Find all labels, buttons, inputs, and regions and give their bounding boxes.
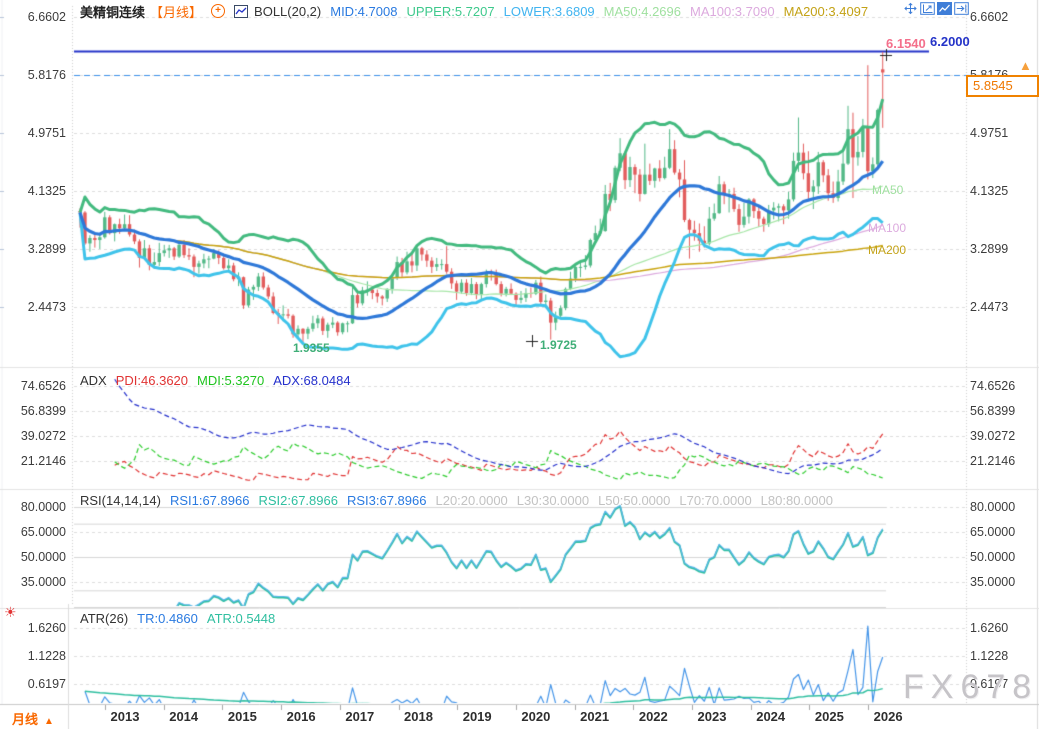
tr-value: TR:0.4860 — [137, 611, 198, 626]
atr-y-axis-label-right: 1.6260 — [970, 621, 1008, 635]
boll-upper-value: UPPER:5.7207 — [406, 4, 494, 19]
main-y-axis-label-right: 4.9751 — [970, 126, 1008, 140]
adx-y-axis-label-right: 74.6526 — [970, 379, 1015, 393]
atr-title: ATR(26) — [80, 611, 128, 626]
main-y-axis-label-left: 4.9751 — [0, 126, 66, 140]
chart-zoom-icon[interactable] — [937, 2, 952, 15]
main-y-axis-label-right: 2.4473 — [970, 300, 1008, 314]
pan-right-icon[interactable] — [954, 2, 969, 15]
period-selector[interactable]: 月线 ▲ — [12, 709, 54, 728]
rsi-title: RSI(14,14,14) — [80, 493, 161, 508]
main-legend: 美精铜连续 【月线】 + BOLL(20,2) MID:4.7008 UPPER… — [80, 3, 868, 19]
main-y-axis-label-right: 6.6602 — [970, 10, 1008, 24]
rsi-y-axis-label-right: 35.0000 — [970, 575, 1015, 589]
main-y-axis-label-left: 5.8176 — [0, 68, 66, 82]
rsi-y-axis-label-left: 80.0000 — [0, 500, 66, 514]
axis-scale-icon[interactable] — [920, 2, 935, 15]
move-icon[interactable] — [903, 2, 918, 15]
adx-y-axis-label-left: 39.0272 — [0, 429, 66, 443]
adx-y-axis-label-left: 21.2146 — [0, 454, 66, 468]
ma100-line-label: MA100 — [868, 221, 906, 235]
adx-y-axis-label-left: 74.6526 — [0, 379, 66, 393]
pdi-value: PDI:46.3620 — [116, 373, 188, 388]
rsi-l30-label: L30:30.0000 — [517, 493, 589, 508]
rsi-y-axis-label-left: 65.0000 — [0, 525, 66, 539]
main-y-axis-label-left: 4.1325 — [0, 184, 66, 198]
watermark: FX678 — [903, 668, 1038, 707]
main-y-axis-label-left: 6.6602 — [0, 10, 66, 24]
atr-y-axis-label-left: 1.6260 — [0, 621, 66, 635]
adx-legend: ADX PDI:46.3620 MDI:5.3270 ADX:68.0484 — [80, 372, 351, 388]
adx-title: ADX — [80, 373, 107, 388]
rsi1-value: RSI1:67.8966 — [170, 493, 250, 508]
ma200-line-label: MA200 — [868, 243, 906, 257]
chart-window: 美精铜连续 【月线】 + BOLL(20,2) MID:4.7008 UPPER… — [0, 0, 1039, 729]
boll-lower-value: LOWER:3.6809 — [504, 4, 595, 19]
swing-high-label: 6.1540 — [886, 36, 926, 51]
mdi-value: MDI:5.3270 — [197, 373, 264, 388]
boll-mid-value: MID:4.7008 — [330, 4, 397, 19]
rsi2-value: RSI2:67.8966 — [258, 493, 338, 508]
adx-value: ADX:68.0484 — [273, 373, 350, 388]
atr-legend: ATR(26) TR:0.4860 ATR:0.5448 — [80, 610, 275, 626]
add-indicator-icon[interactable]: + — [211, 4, 225, 18]
period-tag: 【月线】 — [150, 2, 202, 21]
main-y-axis-label-left: 3.2899 — [0, 242, 66, 256]
ma50-value: MA50:4.2696 — [604, 4, 681, 19]
rsi-y-axis-label-right: 50.0000 — [970, 550, 1015, 564]
rsi3-value: RSI3:67.8966 — [347, 493, 427, 508]
rsi-l70-label: L70:70.0000 — [679, 493, 751, 508]
rsi-l80-label: L80:80.0000 — [761, 493, 833, 508]
adx-y-axis-label-right: 56.8399 — [970, 404, 1015, 418]
boll-label: BOLL(20,2) — [254, 4, 321, 19]
period-label: 月线 — [12, 712, 38, 727]
rsi-y-axis-label-right: 80.0000 — [970, 500, 1015, 514]
ma200-value: MA200:3.4097 — [784, 4, 869, 19]
adx-y-axis-label-right: 39.0272 — [970, 429, 1015, 443]
main-y-axis-label-right: 3.2899 — [970, 242, 1008, 256]
main-y-axis-label-right: 4.1325 — [970, 184, 1008, 198]
rsi-l20-label: L20:20.0000 — [435, 493, 507, 508]
symbol-title: 美精铜连续 — [80, 2, 145, 21]
current-price-tag: 5.8545 — [966, 75, 1039, 97]
boll-indicator-icon — [234, 5, 248, 18]
low-2016-label: 1.9355 — [293, 341, 330, 355]
chart-toolbar — [903, 2, 969, 15]
atr-y-axis-label-left: 1.1228 — [0, 649, 66, 663]
atr-y-axis-label-left: 0.6197 — [0, 677, 66, 691]
period-dropdown-arrow-icon: ▲ — [44, 716, 54, 727]
rsi-y-axis-label-left: 35.0000 — [0, 575, 66, 589]
indicator-settings-icon[interactable]: ☀ — [4, 604, 17, 621]
atr-y-axis-label-right: 1.1228 — [970, 649, 1008, 663]
resistance-level-label: 6.2000 — [930, 34, 970, 49]
rsi-y-axis-label-left: 50.0000 — [0, 550, 66, 564]
atr-value: ATR:0.5448 — [207, 611, 275, 626]
rsi-l50-label: L50:50.0000 — [598, 493, 670, 508]
ma100-value: MA100:3.7090 — [690, 4, 775, 19]
ma50-line-label: MA50 — [872, 183, 903, 197]
main-y-axis-label-left: 2.4473 — [0, 300, 66, 314]
adx-y-axis-label-right: 21.2146 — [970, 454, 1015, 468]
adx-y-axis-label-left: 56.8399 — [0, 404, 66, 418]
rsi-y-axis-label-right: 65.0000 — [970, 525, 1015, 539]
rsi-legend: RSI(14,14,14) RSI1:67.8966 RSI2:67.8966 … — [80, 492, 833, 508]
price-up-arrow-icon: ▲ — [1019, 58, 1032, 73]
low-2020-label: 1.9725 — [540, 338, 577, 352]
